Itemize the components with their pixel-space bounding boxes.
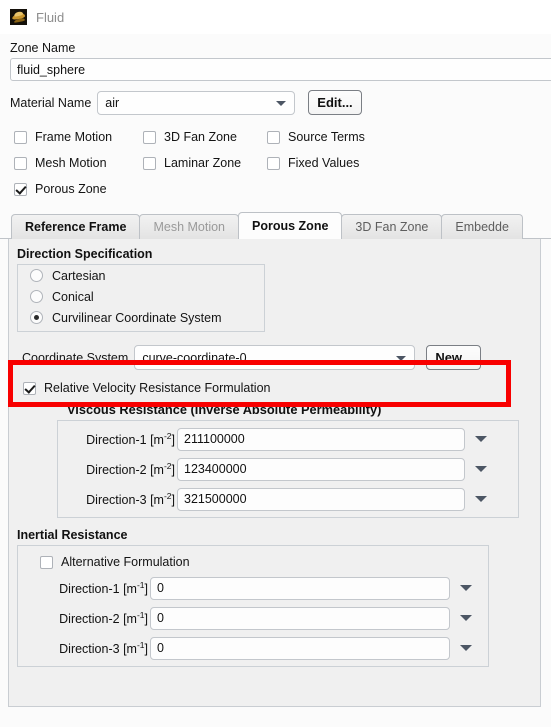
viscous-direction-3-input[interactable]: 321500000: [177, 487, 465, 511]
new-coordinate-system-button[interactable]: New...: [426, 345, 482, 370]
laminar-zone-checkbox-box[interactable]: [143, 156, 156, 170]
inertial-direction-3-row: Direction-3 [m-1] 0: [18, 635, 488, 661]
zone-name-input[interactable]: fluid_sphere: [10, 58, 551, 81]
viscous-direction-1-row: Direction-1 [m-2] 211100000: [58, 426, 518, 452]
inertial-direction-2-row: Direction-2 [m-1] 0: [18, 605, 488, 631]
porous-zone-checkbox-box[interactable]: [14, 182, 27, 196]
viscous-direction-3-row: Direction-3 [m-2] 321500000: [58, 486, 518, 512]
material-name-row: Material Name air Edit...: [10, 90, 551, 115]
alternative-formulation-checkbox-box[interactable]: [40, 555, 53, 569]
inertial-direction-1-input[interactable]: 0: [150, 576, 450, 600]
checkbox-fixed-values[interactable]: Fixed Values: [267, 156, 359, 170]
viscous-direction-2-row: Direction-2 [m-2] 123400000: [58, 456, 518, 482]
source-terms-label: Source Terms: [288, 130, 365, 144]
fixed-values-checkbox-box[interactable]: [267, 156, 280, 170]
checkbox-mesh-motion[interactable]: Mesh Motion: [14, 156, 143, 170]
mesh-motion-checkbox-box[interactable]: [14, 156, 27, 170]
dialog-title: Fluid: [36, 9, 65, 25]
direction-specification-title: Direction Specification: [17, 247, 153, 261]
radio-curvilinear-coordinate-system[interactable]: Curvilinear Coordinate System: [18, 307, 264, 328]
edit-material-button[interactable]: Edit...: [308, 90, 362, 115]
zone-options-row-2: Mesh Motion Laminar Zone Fixed Values: [14, 150, 551, 176]
checkbox-source-terms[interactable]: Source Terms: [267, 130, 365, 144]
coordinate-system-row: Coordinate System curve-coordinate-0 New…: [9, 345, 540, 370]
coordinate-system-combo[interactable]: curve-coordinate-0: [134, 345, 416, 370]
3d-fan-zone-checkbox-box[interactable]: [143, 130, 156, 144]
conical-radio-button[interactable]: [30, 290, 43, 303]
tab-3d-fan-zone[interactable]: 3D Fan Zone: [341, 214, 443, 239]
material-name-value: air: [105, 95, 120, 110]
relative-velocity-label: Relative Velocity Resistance Formulation: [44, 381, 271, 395]
curvilinear-radio-button[interactable]: [30, 311, 43, 324]
viscous-direction-2-input[interactable]: 123400000: [177, 457, 465, 481]
conical-label: Conical: [52, 289, 94, 304]
dialog-titlebar: Fluid: [0, 0, 551, 34]
checkbox-laminar-zone[interactable]: Laminar Zone: [143, 156, 267, 170]
zone-name-label: Zone Name: [10, 41, 76, 55]
inertial-resistance-title: Inertial Resistance: [17, 528, 128, 542]
direction-specification-group: Cartesian Conical Curvilinear Coordinate…: [17, 264, 265, 332]
dropdown-arrow-icon[interactable]: [460, 645, 472, 651]
cartesian-radio-button[interactable]: [30, 269, 43, 282]
chevron-down-icon: [276, 100, 287, 106]
3d-fan-zone-label: 3D Fan Zone: [164, 130, 237, 144]
fluid-zone-dialog: Fluid Zone Name fluid_sphere Material Na…: [0, 0, 551, 727]
material-name-label: Material Name: [10, 95, 92, 110]
checkbox-3d-fan-zone[interactable]: 3D Fan Zone: [143, 130, 267, 144]
zone-options-row-3: Porous Zone: [14, 176, 551, 202]
viscous-resistance-group: Direction-1 [m-2] 211100000 Direction-2 …: [57, 420, 519, 518]
viscous-resistance-title: Viscous Resistance (Inverse Absolute Per…: [67, 402, 382, 417]
zone-options-row-1: Frame Motion 3D Fan Zone Source Terms: [14, 124, 551, 150]
curvilinear-label: Curvilinear Coordinate System: [52, 310, 222, 325]
viscous-direction-2-label: Direction-2 [m-2]: [86, 460, 175, 478]
porous-zone-tab-page: Direction Specification Cartesian Conica…: [8, 239, 541, 707]
dropdown-arrow-icon[interactable]: [475, 466, 487, 472]
tab-reference-frame[interactable]: Reference Frame: [11, 214, 141, 239]
radio-cartesian[interactable]: Cartesian: [18, 265, 264, 286]
coordinate-system-label: Coordinate System: [22, 350, 129, 365]
chevron-down-icon: [396, 355, 407, 361]
material-name-combo[interactable]: air: [97, 90, 296, 115]
alternative-formulation-label: Alternative Formulation: [61, 555, 190, 569]
relative-velocity-checkbox-box[interactable]: [23, 381, 36, 395]
mesh-motion-label: Mesh Motion: [35, 156, 107, 170]
tab-mesh-motion[interactable]: Mesh Motion: [139, 214, 240, 239]
tab-porous-zone[interactable]: Porous Zone: [238, 212, 343, 239]
frame-motion-checkbox-box[interactable]: [14, 130, 27, 144]
dropdown-arrow-icon[interactable]: [475, 496, 487, 502]
tab-embedded-lks[interactable]: Embedde: [441, 214, 523, 239]
checkbox-alternative-formulation[interactable]: Alternative Formulation: [18, 549, 488, 575]
inertial-direction-2-label: Direction-2 [m-1]: [59, 609, 148, 627]
zone-tab-bar: Reference Frame Mesh Motion Porous Zone …: [0, 210, 551, 239]
source-terms-checkbox-box[interactable]: [267, 130, 280, 144]
inertial-resistance-group: Alternative Formulation Direction-1 [m-1…: [17, 545, 489, 667]
viscous-direction-3-label: Direction-3 [m-2]: [86, 490, 175, 508]
viscous-direction-1-label: Direction-1 [m-2]: [86, 430, 175, 448]
checkbox-porous-zone[interactable]: Porous Zone: [14, 182, 143, 196]
laminar-zone-label: Laminar Zone: [164, 156, 242, 170]
inertial-direction-1-row: Direction-1 [m-1] 0: [18, 575, 488, 601]
inertial-direction-1-label: Direction-1 [m-1]: [59, 579, 148, 597]
inertial-direction-2-input[interactable]: 0: [150, 606, 450, 630]
dropdown-arrow-icon[interactable]: [460, 615, 472, 621]
cartesian-label: Cartesian: [52, 268, 106, 283]
inertial-direction-3-label: Direction-3 [m-1]: [59, 639, 148, 657]
fixed-values-label: Fixed Values: [288, 156, 360, 170]
frame-motion-label: Frame Motion: [35, 130, 113, 144]
fluid-zone-icon: [10, 9, 27, 25]
coordinate-system-value: curve-coordinate-0: [142, 350, 247, 365]
inertial-direction-3-input[interactable]: 0: [150, 636, 450, 660]
radio-conical[interactable]: Conical: [18, 286, 264, 307]
zone-options-grid: Frame Motion 3D Fan Zone Source Terms Me…: [14, 124, 551, 202]
checkbox-relative-velocity-resistance[interactable]: Relative Velocity Resistance Formulation: [9, 376, 540, 400]
dropdown-arrow-icon[interactable]: [460, 585, 472, 591]
dropdown-arrow-icon[interactable]: [475, 436, 487, 442]
checkbox-frame-motion[interactable]: Frame Motion: [14, 130, 143, 144]
zone-form: Zone Name fluid_sphere Material Name air…: [0, 34, 551, 202]
viscous-direction-1-input[interactable]: 211100000: [177, 427, 465, 451]
porous-zone-label: Porous Zone: [35, 182, 107, 196]
